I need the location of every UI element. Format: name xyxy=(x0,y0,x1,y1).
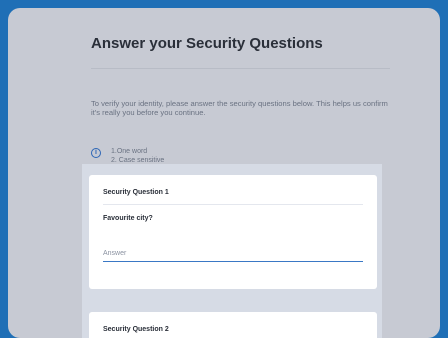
page-title: Answer your Security Questions xyxy=(91,35,323,52)
hint-lines: 1.One word 2. Case sensitive xyxy=(111,147,164,165)
security-question-1-label: Security Question 1 xyxy=(103,189,169,196)
intro-text: To verify your identity, please answer t… xyxy=(91,99,388,117)
card-divider xyxy=(103,204,363,205)
title-divider xyxy=(91,68,390,69)
hint-block: i 1.One word 2. Case sensitive xyxy=(91,147,164,165)
security-question-card-1: Security Question 1 Favourite city? xyxy=(89,175,377,289)
security-question-card-2: Security Question 2 xyxy=(89,312,377,338)
info-icon: i xyxy=(91,148,101,158)
page-content: Answer your Security Questions To verify… xyxy=(8,8,440,338)
window-frame: Answer your Security Questions To verify… xyxy=(8,8,440,338)
security-question-1-answer-input[interactable] xyxy=(103,244,363,262)
hint-line-1: 1.One word xyxy=(111,148,148,155)
security-question-1-text: Favourite city? xyxy=(103,215,153,222)
